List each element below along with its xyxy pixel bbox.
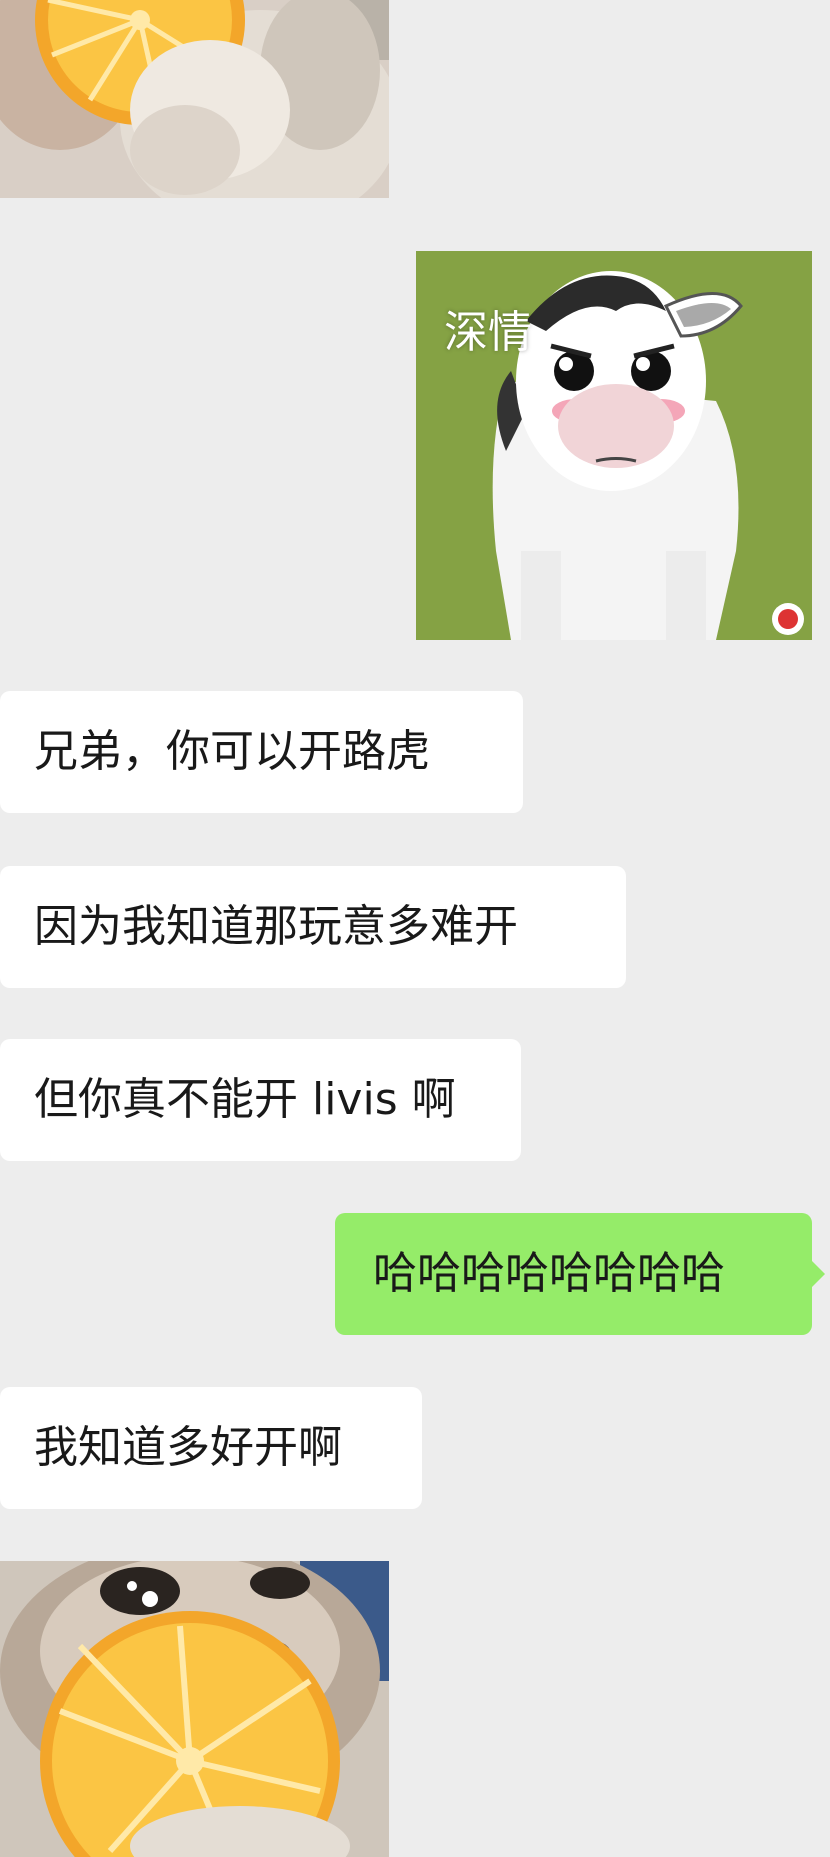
cat-orange-image [0,1561,389,1857]
received-message[interactable]: 因为我知道那玩意多难开 [0,866,626,988]
message-text: 但你真不能开 livis 啊 [34,1074,456,1125]
message-text: 因为我知道那玩意多难开 [34,901,518,952]
sticker-cat-top[interactable] [0,0,389,198]
received-message[interactable]: 我知道多好开啊 [0,1387,422,1509]
cat-orange-image [0,0,389,198]
received-message[interactable]: 但你真不能开 livis 啊 [0,1039,521,1161]
sticker-caption: 深情 [444,307,532,358]
message-text: 我知道多好开啊 [34,1422,342,1473]
sent-message[interactable]: 哈哈哈哈哈哈哈哈 [335,1213,825,1335]
received-message[interactable]: 兄弟，你可以开路虎 [0,691,523,813]
message-text: 兄弟，你可以开路虎 [34,726,430,777]
message-text: 哈哈哈哈哈哈哈哈 [373,1248,725,1299]
sticker-cat-bottom[interactable] [0,1561,389,1857]
